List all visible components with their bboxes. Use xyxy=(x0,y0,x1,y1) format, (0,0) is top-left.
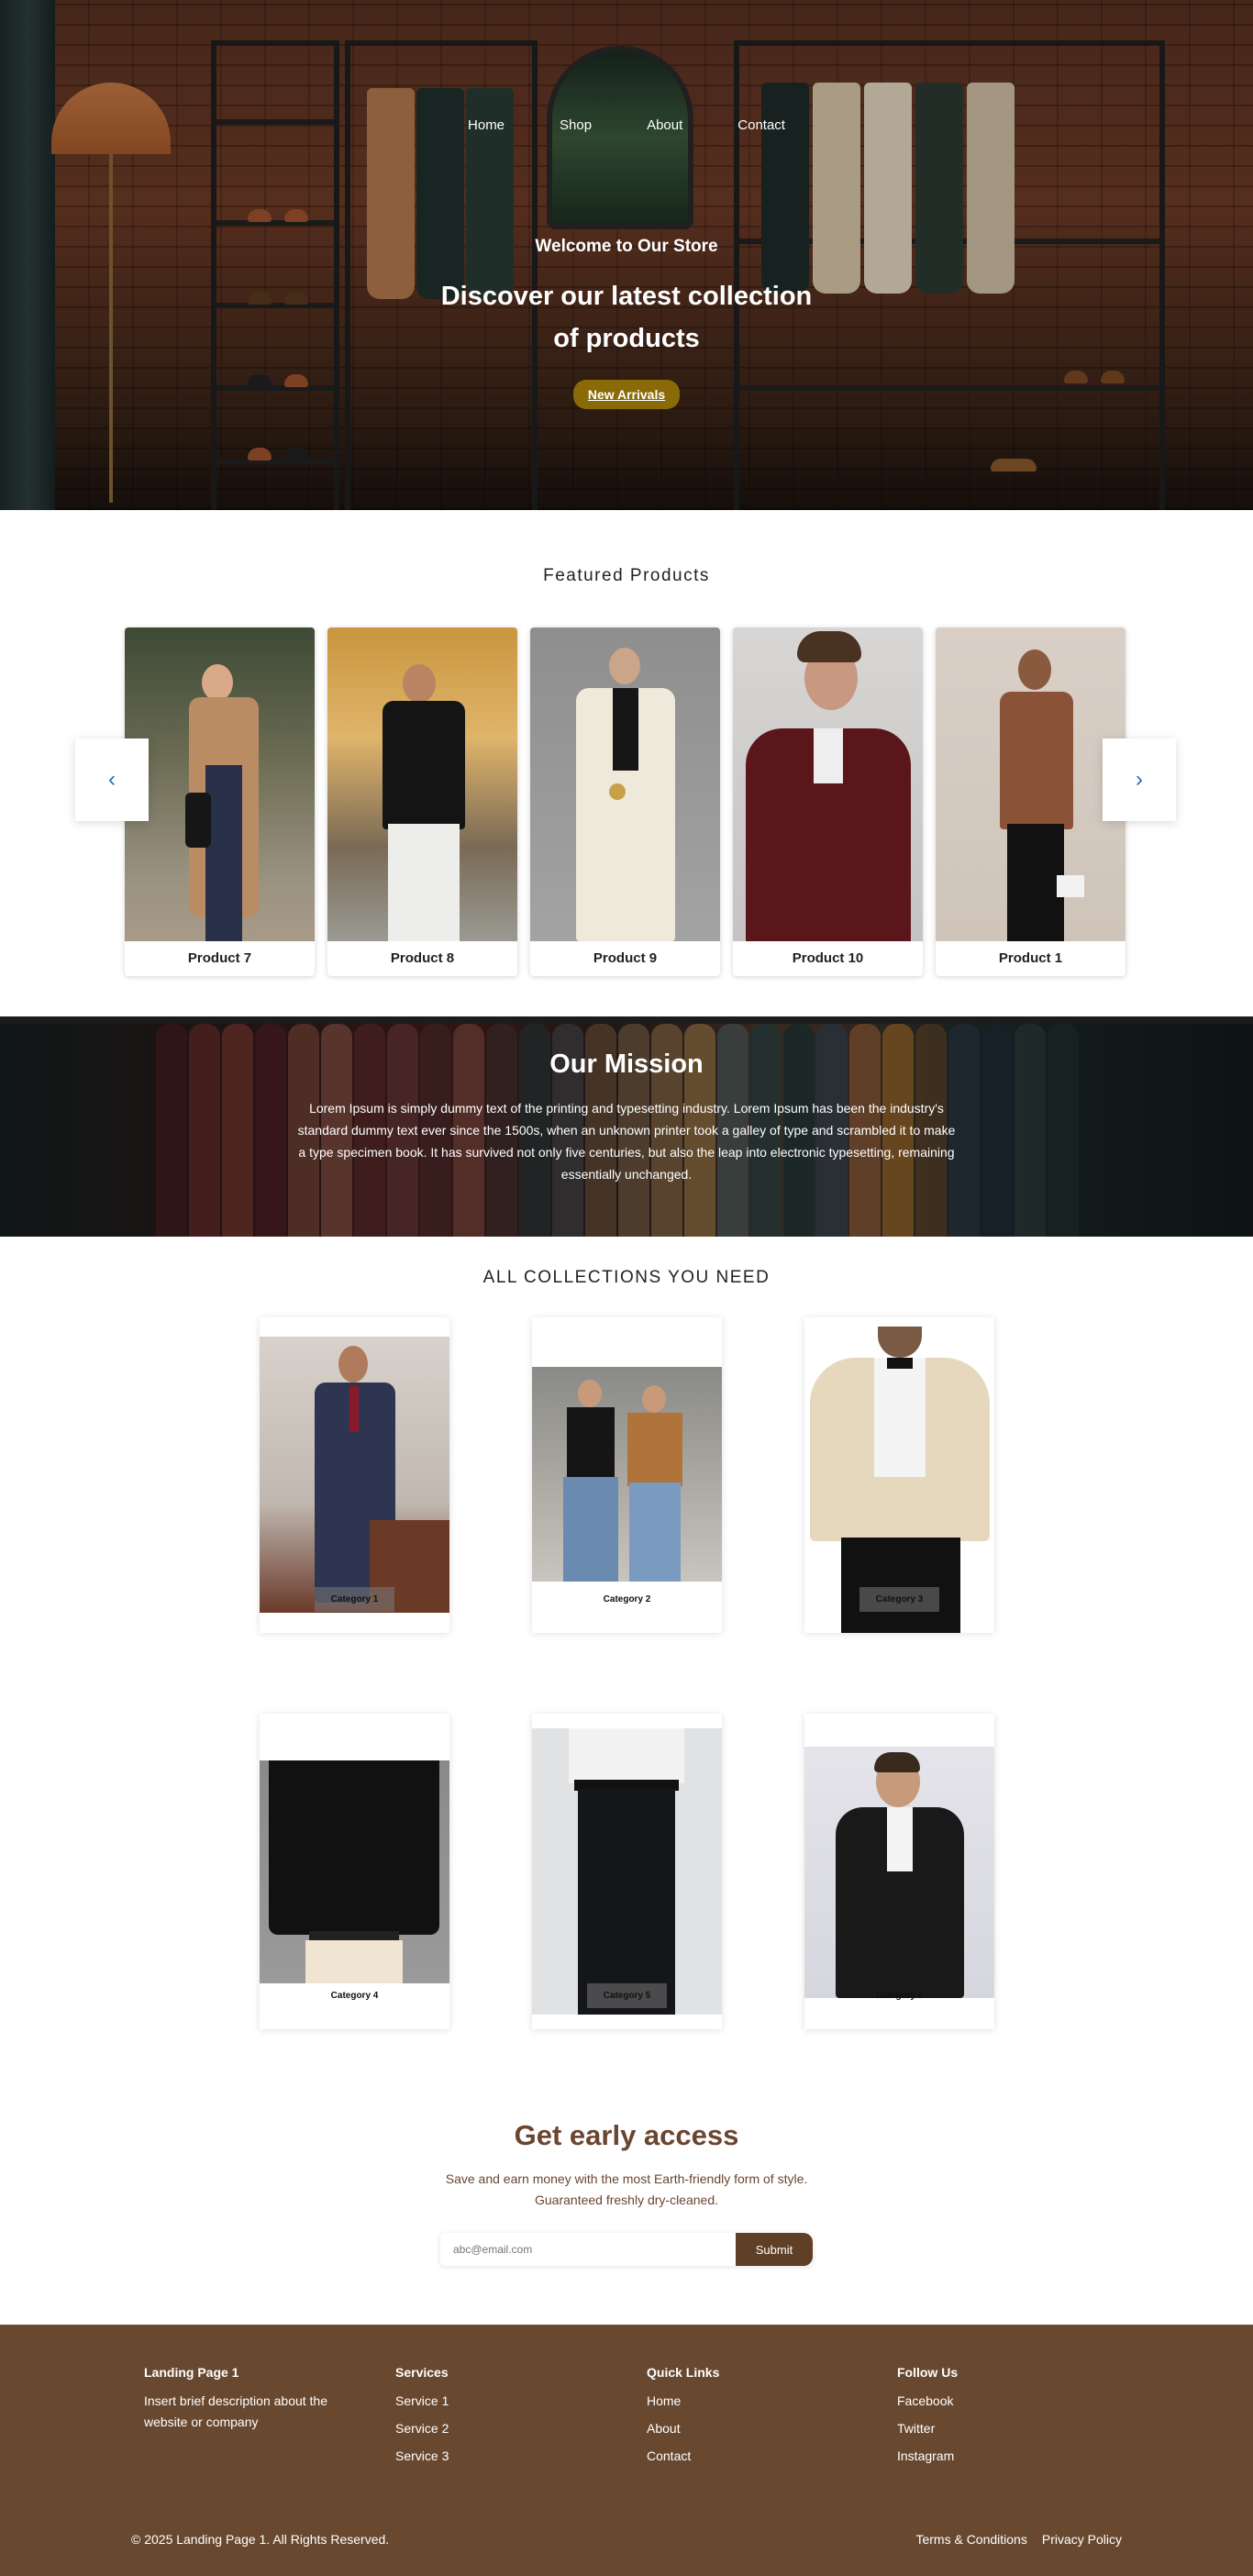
site-footer: Landing Page 1 Insert brief description … xyxy=(0,2325,1253,2576)
product-image xyxy=(530,627,720,941)
product-carousel: Product 7 Product 8 Product 9 Product 10… xyxy=(125,627,1128,976)
product-image xyxy=(125,627,315,941)
footer-link-instagram[interactable]: Instagram xyxy=(897,2446,1108,2467)
product-image xyxy=(936,627,1125,941)
category-card[interactable]: Category 4 xyxy=(260,1714,449,2029)
early-access-section: Get early access Save and earn money wit… xyxy=(0,2053,1253,2325)
product-name: Product 9 xyxy=(593,950,658,966)
category-image xyxy=(804,1747,994,1998)
hero-headline: Discover our latest collection of produc… xyxy=(0,275,1253,360)
legal-links: Terms & Conditions Privacy Policy xyxy=(915,2532,1122,2547)
carousel-prev-button[interactable]: ‹ xyxy=(75,738,149,821)
email-input[interactable] xyxy=(440,2233,736,2266)
footer-link-twitter[interactable]: Twitter xyxy=(897,2418,1108,2439)
category-card[interactable]: Category 5 xyxy=(532,1714,722,2029)
hero-section: Home Shop About Contact Welcome to Our S… xyxy=(0,0,1253,510)
featured-title: Featured Products xyxy=(543,566,710,585)
copyright-text: © 2025 Landing Page 1. All Rights Reserv… xyxy=(131,2532,390,2547)
category-image xyxy=(260,1760,449,1983)
privacy-link[interactable]: Privacy Policy xyxy=(1042,2532,1122,2547)
footer-services-title: Services xyxy=(395,2365,449,2380)
footer-link-about[interactable]: About xyxy=(647,2418,858,2439)
hero-content: Welcome to Our Store Discover our latest… xyxy=(0,237,1253,409)
category-name: Category 4 xyxy=(330,1991,379,2001)
footer-quick-links: Quick Links Home About Contact xyxy=(647,2365,858,2473)
category-image xyxy=(532,1367,722,1582)
product-name: Product 7 xyxy=(187,950,252,966)
product-name: Product 8 xyxy=(390,950,455,966)
signup-form: Submit xyxy=(440,2233,813,2266)
product-card[interactable]: Product 9 xyxy=(530,627,720,976)
product-name: Product 1 xyxy=(998,950,1063,966)
category-name: Category 2 xyxy=(603,1594,651,1604)
mission-text: Lorem Ipsum is simply dummy text of the … xyxy=(297,1101,956,1182)
product-card[interactable]: Product 8 xyxy=(327,627,517,976)
nav-link-contact[interactable]: Contact xyxy=(737,117,785,133)
category-card[interactable]: Category 1 xyxy=(260,1317,449,1633)
category-name: Category 5 xyxy=(586,1983,668,2008)
collections-title: ALL COLLECTIONS YOU NEED xyxy=(482,1268,771,1287)
footer-link-facebook[interactable]: Facebook xyxy=(897,2391,1108,2412)
category-image xyxy=(532,1728,722,2015)
category-name: Category 6 xyxy=(875,1991,924,2001)
collections-section: ALL COLLECTIONS YOU NEED Category 1 Cate… xyxy=(0,1237,1253,2053)
footer-services: Services Service 1 Service 2 Service 3 xyxy=(395,2365,606,2473)
chevron-left-icon: ‹ xyxy=(108,767,116,792)
early-access-title: Get early access xyxy=(514,2119,739,2151)
terms-link[interactable]: Terms & Conditions xyxy=(915,2532,1026,2547)
featured-products-section: Featured Products Product 7 Product 8 Pr… xyxy=(0,510,1253,1016)
hero-headline-line2: of products xyxy=(553,324,700,353)
category-card[interactable]: Category 2 xyxy=(532,1317,722,1633)
mission-section: Our Mission Lorem Ipsum is simply dummy … xyxy=(0,1016,1253,1237)
footer-quick-links-title: Quick Links xyxy=(647,2365,720,2380)
product-name: Product 10 xyxy=(792,950,864,966)
hero-headline-line1: Discover our latest collection xyxy=(440,282,813,311)
footer-brand: Landing Page 1 Insert brief description … xyxy=(144,2365,355,2433)
footer-brand-title: Landing Page 1 xyxy=(144,2365,239,2380)
product-image xyxy=(733,627,923,941)
product-image xyxy=(327,627,517,941)
category-card[interactable]: Category 3 xyxy=(804,1317,994,1633)
footer-link-service-2[interactable]: Service 2 xyxy=(395,2418,606,2439)
footer-link-service-1[interactable]: Service 1 xyxy=(395,2391,606,2412)
product-card[interactable]: Product 7 xyxy=(125,627,315,976)
nav-link-about[interactable]: About xyxy=(647,117,682,133)
footer-link-service-3[interactable]: Service 3 xyxy=(395,2446,606,2467)
footer-link-home[interactable]: Home xyxy=(647,2391,858,2412)
nav-link-home[interactable]: Home xyxy=(468,117,505,133)
product-card[interactable]: Product 1 xyxy=(936,627,1125,976)
hero-welcome: Welcome to Our Store xyxy=(535,237,718,256)
category-card[interactable]: Category 6 xyxy=(804,1714,994,2029)
category-name: Category 1 xyxy=(314,1587,395,1612)
mission-title: Our Mission xyxy=(549,1049,704,1079)
carousel-next-button[interactable]: › xyxy=(1103,738,1176,821)
category-image xyxy=(260,1337,449,1613)
category-name: Category 3 xyxy=(859,1587,940,1612)
submit-button[interactable]: Submit xyxy=(736,2233,813,2266)
footer-brand-description: Insert brief description about the websi… xyxy=(144,2393,328,2429)
footer-follow-us: Follow Us Facebook Twitter Instagram xyxy=(897,2365,1108,2473)
main-nav: Home Shop About Contact xyxy=(0,117,1253,133)
product-card[interactable]: Product 10 xyxy=(733,627,923,976)
footer-follow-title: Follow Us xyxy=(897,2365,959,2380)
nav-link-shop[interactable]: Shop xyxy=(560,117,592,133)
early-access-text: Save and earn money with the most Earth-… xyxy=(445,2171,808,2207)
new-arrivals-button[interactable]: New Arrivals xyxy=(572,380,681,409)
chevron-right-icon: › xyxy=(1136,767,1143,792)
footer-link-contact[interactable]: Contact xyxy=(647,2446,858,2467)
